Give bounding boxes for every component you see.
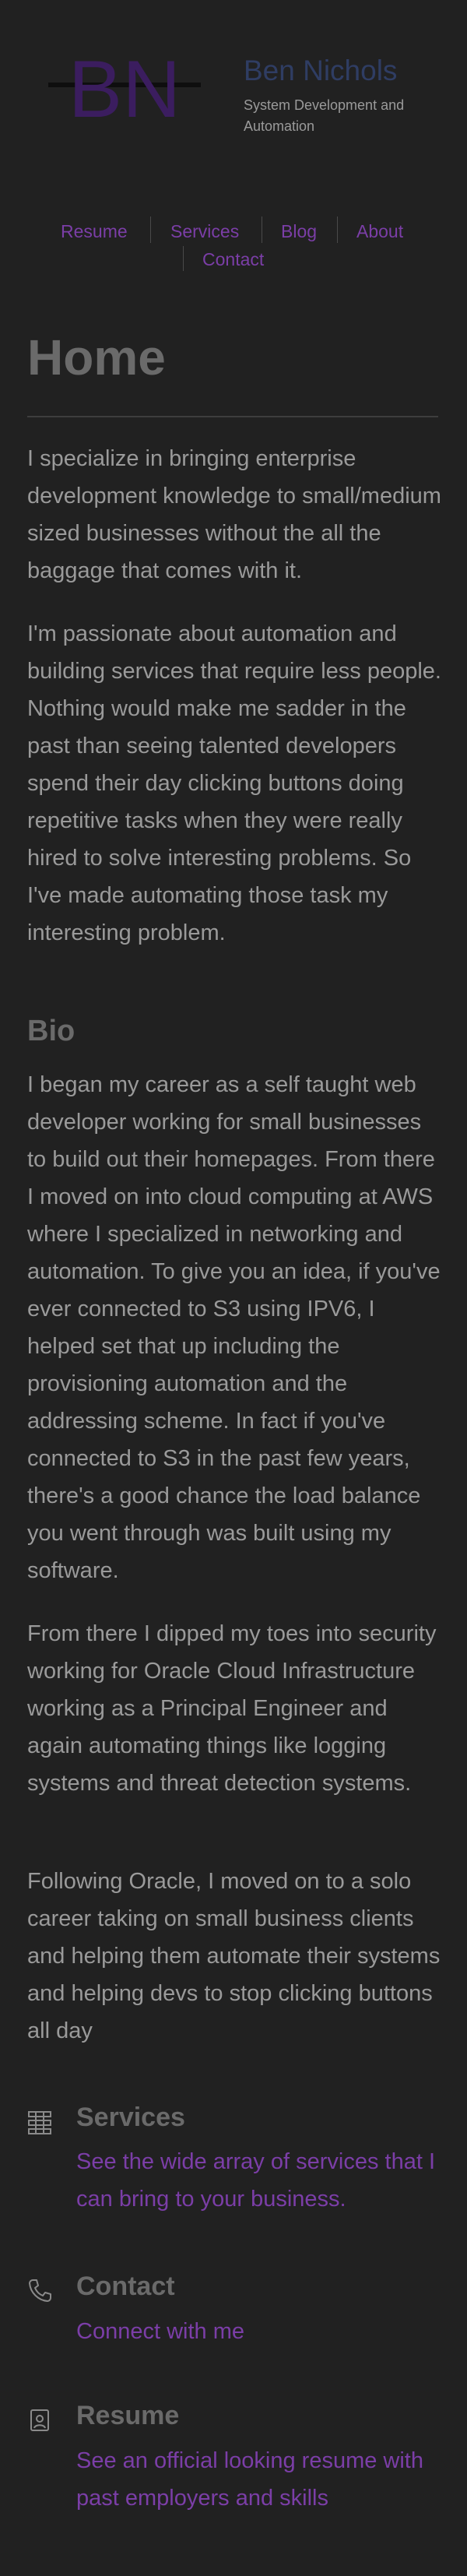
site-tagline: System Development and Automation bbox=[244, 97, 405, 134]
contact-link[interactable]: Connect with me bbox=[76, 2313, 442, 2350]
contact-card-title[interactable]: Contact bbox=[76, 2272, 175, 2302]
bn-logo[interactable]: BN bbox=[48, 48, 201, 123]
nav-divider bbox=[150, 216, 151, 243]
intro-paragraph: I specialize in bringing enterprise deve… bbox=[27, 446, 441, 583]
bio-paragraph: From there I dipped my toes into securit… bbox=[27, 1621, 437, 1796]
resume-badge-icon bbox=[30, 2409, 49, 2431]
nav-about[interactable]: About bbox=[356, 221, 403, 242]
main-nav: Resume Services Blog About Contact bbox=[0, 216, 467, 271]
bio-paragraph: I began my career as a self taught web d… bbox=[27, 1072, 441, 1583]
resume-card-title[interactable]: Resume bbox=[76, 2401, 179, 2431]
nav-services[interactable]: Services bbox=[170, 221, 239, 242]
nav-blog[interactable]: Blog bbox=[281, 221, 317, 242]
nav-resume[interactable]: Resume bbox=[61, 221, 128, 242]
title-divider bbox=[27, 416, 438, 417]
site-name[interactable]: Ben Nichols bbox=[244, 55, 397, 87]
bio-heading: Bio bbox=[27, 1015, 75, 1047]
site-header: BN Ben Nichols System Development and Au… bbox=[0, 0, 467, 179]
nav-divider bbox=[183, 246, 184, 271]
intro-paragraph: I'm passionate about automation and buil… bbox=[27, 621, 441, 945]
bio-paragraph: Following Oracle, I moved on to a solo c… bbox=[27, 1869, 441, 2043]
logo-text: BN bbox=[68, 48, 181, 123]
services-link[interactable]: See the wide array of services that I ca… bbox=[76, 2143, 442, 2218]
phone-icon bbox=[29, 2279, 51, 2302]
page-title: Home bbox=[27, 329, 166, 385]
nav-contact[interactable]: Contact bbox=[202, 249, 264, 270]
nav-divider bbox=[337, 216, 338, 243]
services-card-title[interactable]: Services bbox=[76, 2103, 185, 2133]
resume-link[interactable]: See an official looking resume with past… bbox=[76, 2442, 442, 2517]
services-grid-icon bbox=[28, 2111, 51, 2134]
